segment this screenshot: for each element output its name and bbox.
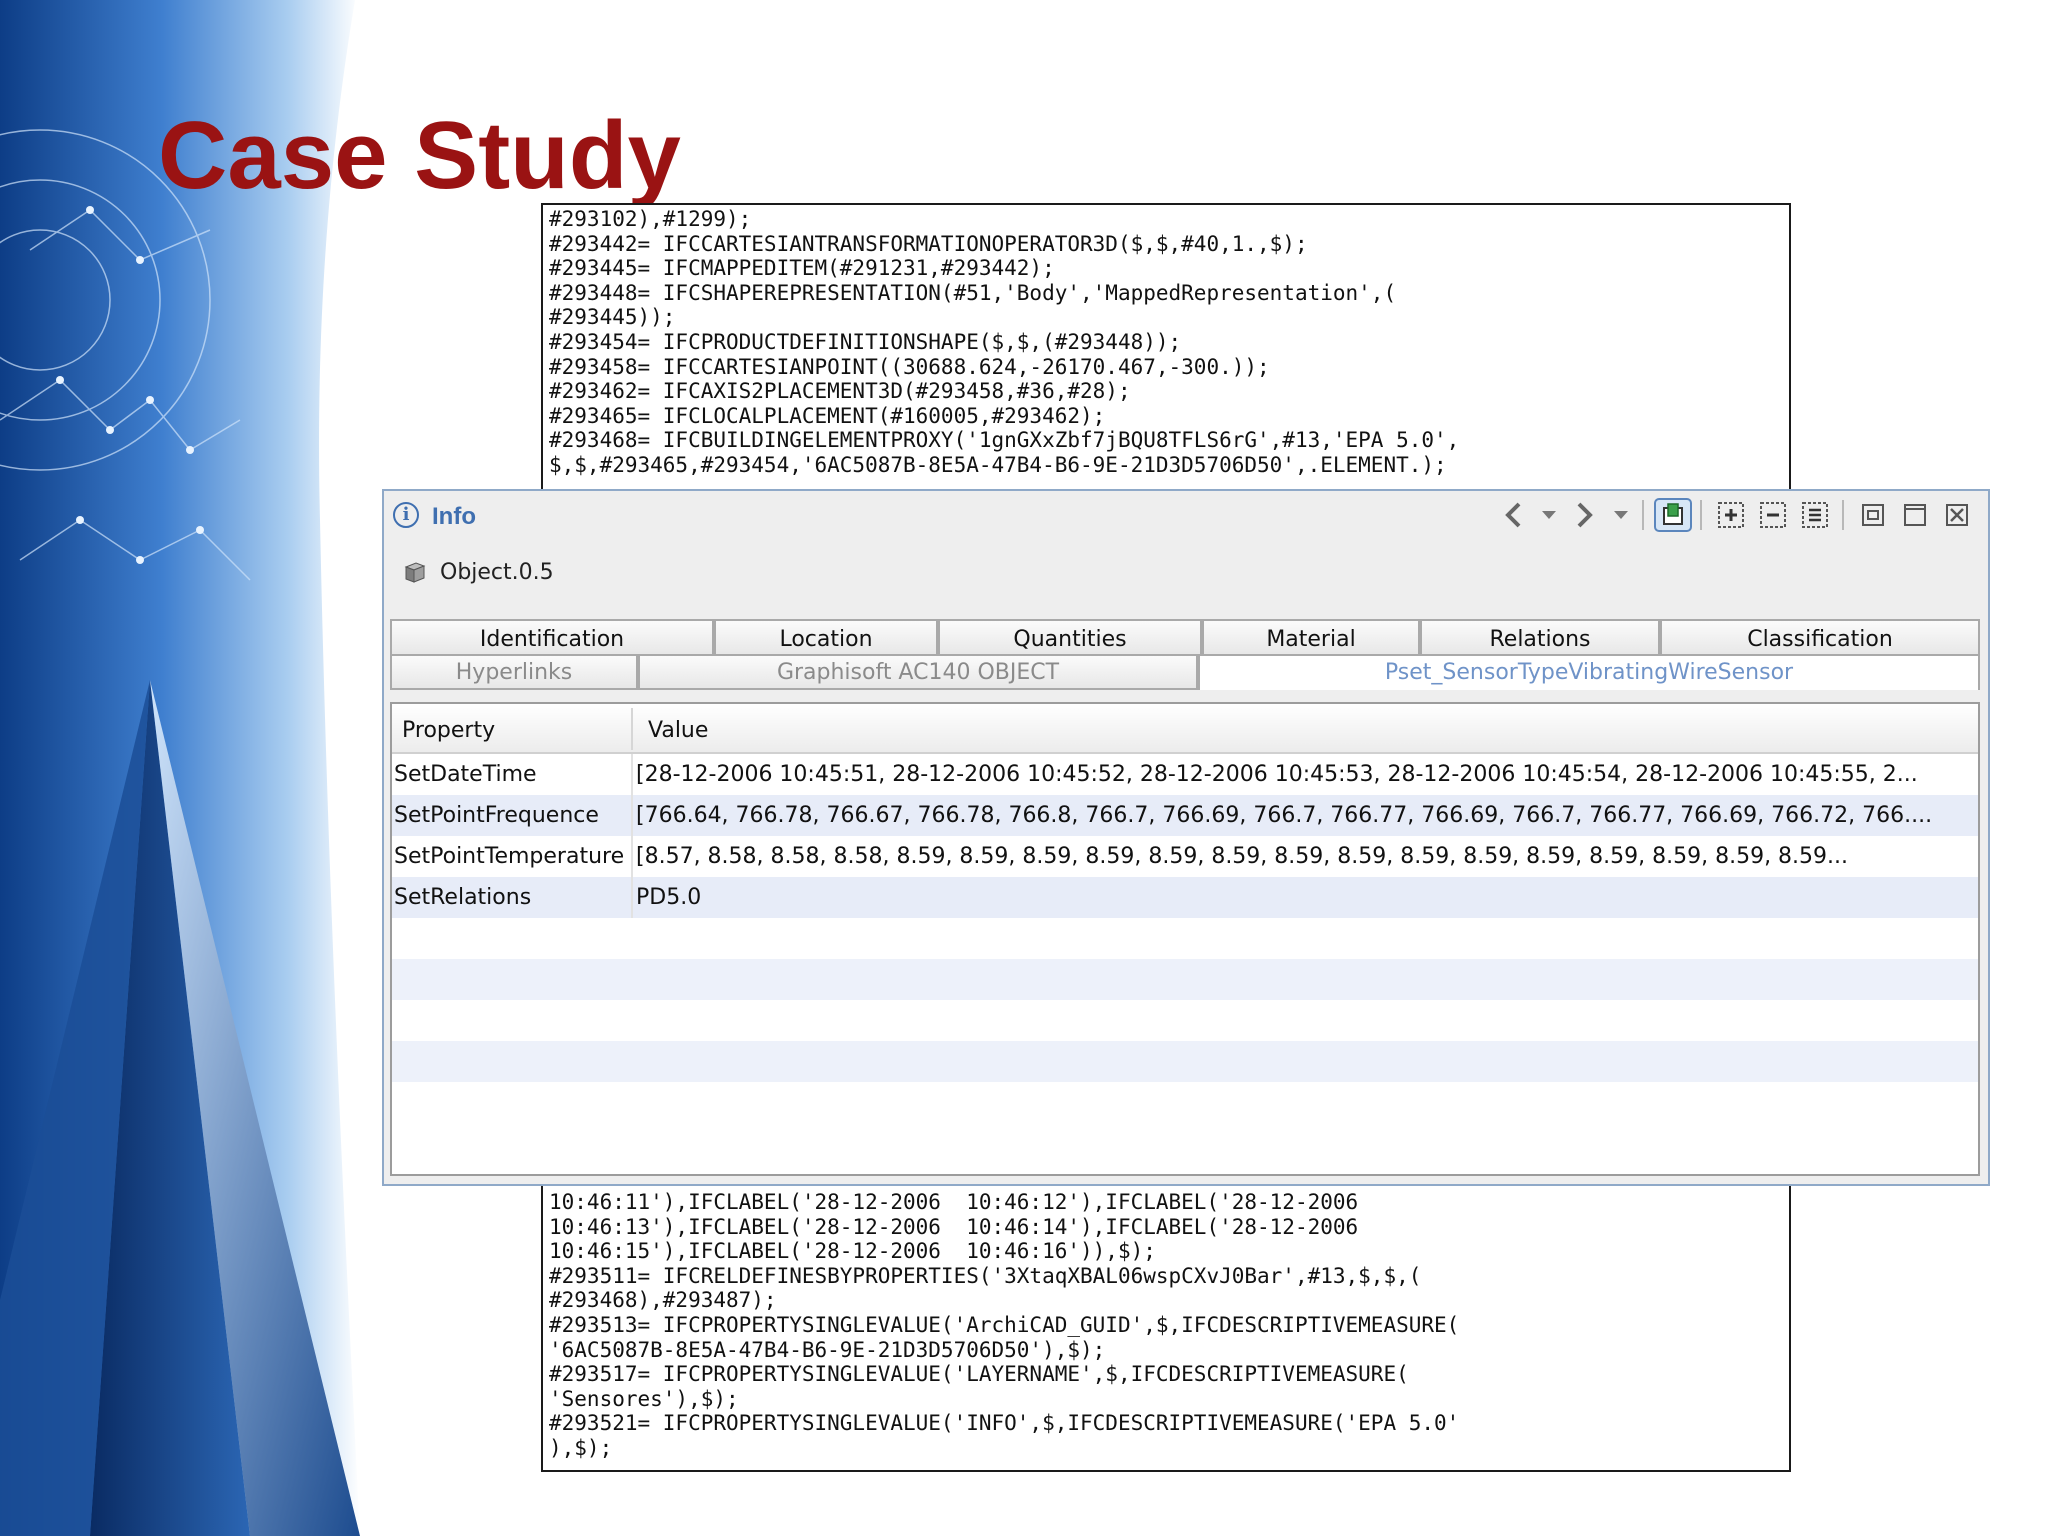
tab-relations[interactable]: Relations [1420,619,1660,655]
property-name: SetRelations [394,885,532,910]
tab-classification[interactable]: Classification [1660,619,1980,655]
column-separator [631,754,633,795]
property-name: SetPointTemperature [394,844,625,869]
expand-all-icon[interactable] [1712,498,1750,532]
table-row[interactable]: SetPointFrequence [766.64, 766.78, 766.6… [392,795,1978,836]
info-title: Info [432,503,476,530]
toolbar-separator [1842,500,1844,530]
property-value: [8.57, 8.58, 8.58, 8.58, 8.59, 8.59, 8.5… [636,844,1849,869]
slide-title: Case Study [158,102,681,209]
property-value: [766.64, 766.78, 766.67, 766.78, 766.8, … [636,803,1933,828]
dropdown-icon[interactable] [1536,498,1562,532]
property-grid: Property Value SetDateTime [28-12-2006 1… [390,702,1980,1176]
empty-row [392,959,1978,1000]
ifc-code-panel-top: #293102),#1299); #293442= IFCCARTESIANTR… [541,203,1791,493]
ifc-code-text: 10:46:11'),IFCLABEL('28-12-2006 10:46:12… [549,1190,1460,1460]
restore-icon[interactable] [1854,498,1892,532]
column-resize-handle[interactable] [631,708,633,750]
info-toolbar [1490,497,1976,533]
tab-material[interactable]: Material [1202,619,1420,655]
info-window: i Info Object.0.5 Identification Locatio… [382,489,1990,1186]
dropdown-icon[interactable] [1608,498,1634,532]
column-header-value[interactable]: Value [648,718,708,743]
tab-pset-sensor[interactable]: Pset_SensorTypeVibratingWireSensor [1198,654,1980,690]
tab-graphisoft-object[interactable]: Graphisoft AC140 OBJECT [638,654,1198,690]
empty-row [392,1041,1978,1082]
table-row[interactable]: SetDateTime [28-12-2006 10:45:51, 28-12-… [392,754,1978,795]
close-icon[interactable] [1938,498,1976,532]
ifc-code-panel-bottom: 10:46:11'),IFCLABEL('28-12-2006 10:46:12… [541,1180,1791,1472]
ifc-code-text: #293102),#1299); #293442= IFCCARTESIANTR… [549,207,1460,477]
empty-row [392,1000,1978,1041]
background-decoration [0,0,380,1536]
column-separator [631,836,633,877]
list-icon[interactable] [1796,498,1834,532]
property-name: SetPointFrequence [394,803,599,828]
property-name: SetDateTime [394,762,537,787]
tab-quantities[interactable]: Quantities [938,619,1202,655]
grid-header: Property Value [392,704,1978,754]
toolbar-separator [1700,500,1702,530]
table-row[interactable]: SetRelations PD5.0 [392,877,1978,918]
property-value: PD5.0 [636,885,702,910]
empty-row [392,918,1978,959]
forward-arrow-icon[interactable] [1566,498,1604,532]
pin-icon[interactable] [1654,498,1692,532]
column-separator [631,877,633,918]
column-separator [631,795,633,836]
tab-identification[interactable]: Identification [390,619,714,655]
info-titlebar: i Info [384,491,1988,537]
object-name: Object.0.5 [440,559,554,585]
toolbar-separator [1642,500,1644,530]
maximize-icon[interactable] [1896,498,1934,532]
cube-icon [404,562,426,583]
column-header-property[interactable]: Property [402,718,495,743]
tab-hyperlinks[interactable]: Hyperlinks [390,654,638,690]
object-header: Object.0.5 [402,557,554,587]
property-value: [28-12-2006 10:45:51, 28-12-2006 10:45:5… [636,762,1918,787]
collapse-all-icon[interactable] [1754,498,1792,532]
info-icon: i [393,502,419,528]
table-row[interactable]: SetPointTemperature [8.57, 8.58, 8.58, 8… [392,836,1978,877]
back-arrow-icon[interactable] [1494,498,1532,532]
tab-location[interactable]: Location [714,619,938,655]
